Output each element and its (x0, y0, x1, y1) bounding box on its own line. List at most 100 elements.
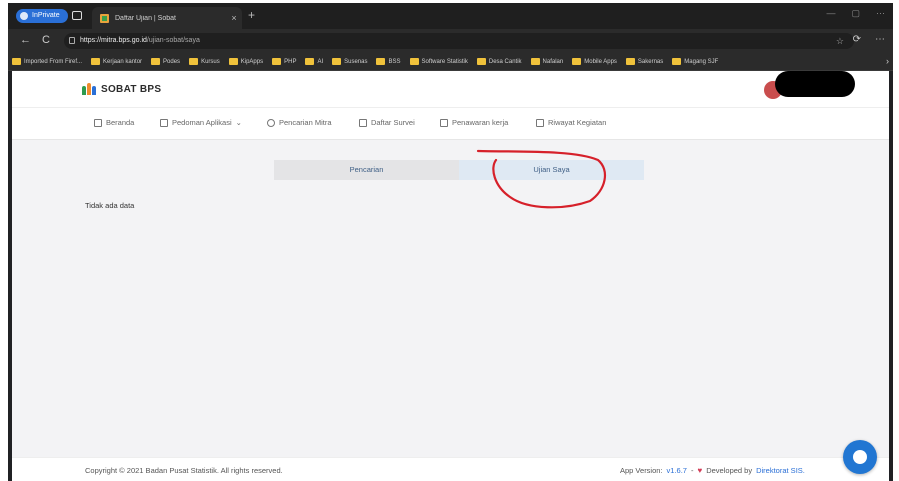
window-controls: — ▢ ⋯ (826, 8, 885, 19)
bookmark-nafalan[interactable]: Nafalan (530, 58, 563, 65)
bookmark-label: Kursus (201, 58, 220, 65)
folder-icon (189, 58, 199, 65)
site-favicon-icon (100, 13, 109, 23)
bookmark-desa-cantik[interactable]: Desa Cantik (476, 58, 522, 65)
nav-penawaran-kerja[interactable]: Penawaran kerja (440, 118, 508, 127)
tab-title: Daftar Ujian | Sobat (115, 14, 176, 22)
nav-riwayat-kegiatan[interactable]: Riwayat Kegiatan (536, 118, 606, 127)
nav-label: Pedoman Aplikasi (172, 118, 232, 127)
nav-label: Daftar Survei (371, 118, 415, 127)
inprivate-label: InPrivate (32, 12, 60, 19)
clipboard-icon (359, 118, 367, 127)
nav-pedoman-aplikasi[interactable]: Pedoman Aplikasi ⌄ (160, 118, 242, 127)
redacted-user-name (775, 71, 855, 97)
empty-state-message: Tidak ada data (85, 201, 135, 210)
folder-icon (332, 58, 342, 65)
folder-icon (12, 58, 21, 65)
clipboard-icon (440, 118, 448, 127)
bookmark-susenas[interactable]: Susenas (332, 58, 367, 65)
bookmark-label: Imported From Firef... (24, 58, 83, 65)
more-icon[interactable]: ⋯ (876, 8, 885, 19)
reload-icon[interactable]: C (42, 34, 50, 46)
brand-name: SOBAT BPS (101, 83, 162, 95)
tab-bar: InPrivate Daftar Ujian | Sobat × + — ▢ ⋯ (8, 3, 893, 29)
tab-actions-icon[interactable] (72, 11, 82, 20)
version-link[interactable]: v1.6.7 (667, 466, 687, 475)
folder-icon (151, 58, 161, 65)
bookmark-sakernas[interactable]: Sakernas (625, 58, 664, 65)
browser-actions: ⟳ ⋯ (853, 34, 885, 45)
bookmark-magang[interactable]: Magang SJF (672, 58, 718, 65)
developer-link[interactable]: Direktorat SIS. (756, 466, 805, 475)
heart-icon: ♥ (697, 466, 703, 475)
nav-label: Beranda (106, 118, 135, 127)
bookmark-label: AI (317, 58, 324, 65)
folder-icon (305, 58, 315, 65)
browser-window: InPrivate Daftar Ujian | Sobat × + — ▢ ⋯… (8, 3, 893, 481)
main-nav: Beranda Pedoman Aplikasi ⌄ Pencarian Mit… (12, 108, 889, 140)
folder-icon (672, 58, 682, 65)
bookmark-label: BSS (388, 58, 401, 65)
collections-icon[interactable]: ⟳ (853, 34, 861, 45)
version-label: App Version: (620, 466, 663, 475)
bookmark-label: Susenas (344, 58, 368, 65)
bookmark-label: PHP (284, 58, 297, 65)
site-footer: Copyright © 2021 Badan Pusat Statistik. … (12, 457, 889, 481)
back-icon[interactable]: ← (20, 34, 31, 46)
folder-icon (625, 58, 635, 65)
minimize-icon[interactable]: — (826, 8, 835, 19)
toggle-pencarian[interactable]: Pencarian (274, 160, 459, 180)
nav-pencarian-mitra[interactable]: Pencarian Mitra (267, 118, 332, 127)
chat-bubble-icon[interactable] (843, 440, 877, 474)
developed-by-label: Developed by (706, 466, 753, 475)
bookmark-podes[interactable]: Podes (151, 58, 180, 65)
bookmark-ai[interactable]: AI (305, 58, 323, 65)
bookmark-label: Software Statistik (421, 58, 468, 65)
bookmark-mobile-apps[interactable]: Mobile Apps (572, 58, 617, 65)
bookmark-php[interactable]: PHP (272, 58, 296, 65)
url-input[interactable]: https://mitra.bps.go.id/ujian-sobat/saya… (64, 33, 854, 49)
settings-menu-icon[interactable]: ⋯ (875, 34, 885, 45)
copyright-text: Copyright © 2021 Badan Pusat Statistik. … (85, 466, 283, 475)
bookmark-kerjaan[interactable]: Kerjaan kantor (91, 58, 142, 65)
inprivate-badge[interactable]: InPrivate (16, 9, 68, 23)
folder-icon (91, 58, 101, 65)
user-icon (267, 118, 275, 127)
maximize-icon[interactable]: ▢ (851, 8, 860, 19)
nav-label: Pencarian Mitra (279, 118, 332, 127)
document-icon (160, 118, 168, 127)
bookmarks-overflow-icon[interactable]: › (886, 56, 889, 66)
bookmark-label: Podes (163, 58, 181, 65)
folder-icon (476, 58, 486, 65)
profile-icon (20, 12, 28, 20)
nav-beranda[interactable]: Beranda (94, 118, 134, 127)
toggle-ujian-saya[interactable]: Ujian Saya (459, 160, 644, 180)
bookmark-label: Kerjaan kantor (103, 58, 143, 65)
bookmark-kursus[interactable]: Kursus (189, 58, 220, 65)
nav-daftar-survei[interactable]: Daftar Survei (359, 118, 415, 127)
folder-icon (572, 58, 582, 65)
home-icon (94, 118, 102, 127)
favorite-star-icon[interactable]: ☆ (836, 33, 844, 49)
tab-close-icon[interactable]: × (226, 13, 242, 23)
folder-icon (272, 58, 282, 65)
bookmark-label: Magang SJF (684, 58, 719, 65)
bookmark-kipapps[interactable]: KipApps (228, 58, 263, 65)
folder-icon (376, 58, 386, 65)
browser-tab[interactable]: Daftar Ujian | Sobat × (92, 7, 242, 29)
new-tab-button[interactable]: + (248, 8, 255, 22)
clipboard-icon (536, 118, 544, 127)
nav-label: Riwayat Kegiatan (548, 118, 607, 127)
bookmark-label: Desa Cantik (488, 58, 522, 65)
chevron-down-icon: ⌄ (235, 118, 242, 127)
bookmark-software-statistik[interactable]: Software Statistik (409, 58, 468, 65)
bookmark-bss[interactable]: BSS (376, 58, 401, 65)
web-page: SOBAT BPS Beranda Pedoman Aplikasi ⌄ Pen… (12, 71, 889, 481)
folder-icon (409, 58, 419, 65)
folder-icon (530, 58, 540, 65)
site-logo[interactable]: SOBAT BPS (82, 83, 161, 95)
url-host: https://mitra.bps.go.id (80, 37, 147, 44)
bookmark-label: Sakernas (637, 58, 664, 65)
bookmark-imported[interactable]: Imported From Firef... (12, 58, 82, 65)
people-logo-icon (82, 83, 96, 95)
